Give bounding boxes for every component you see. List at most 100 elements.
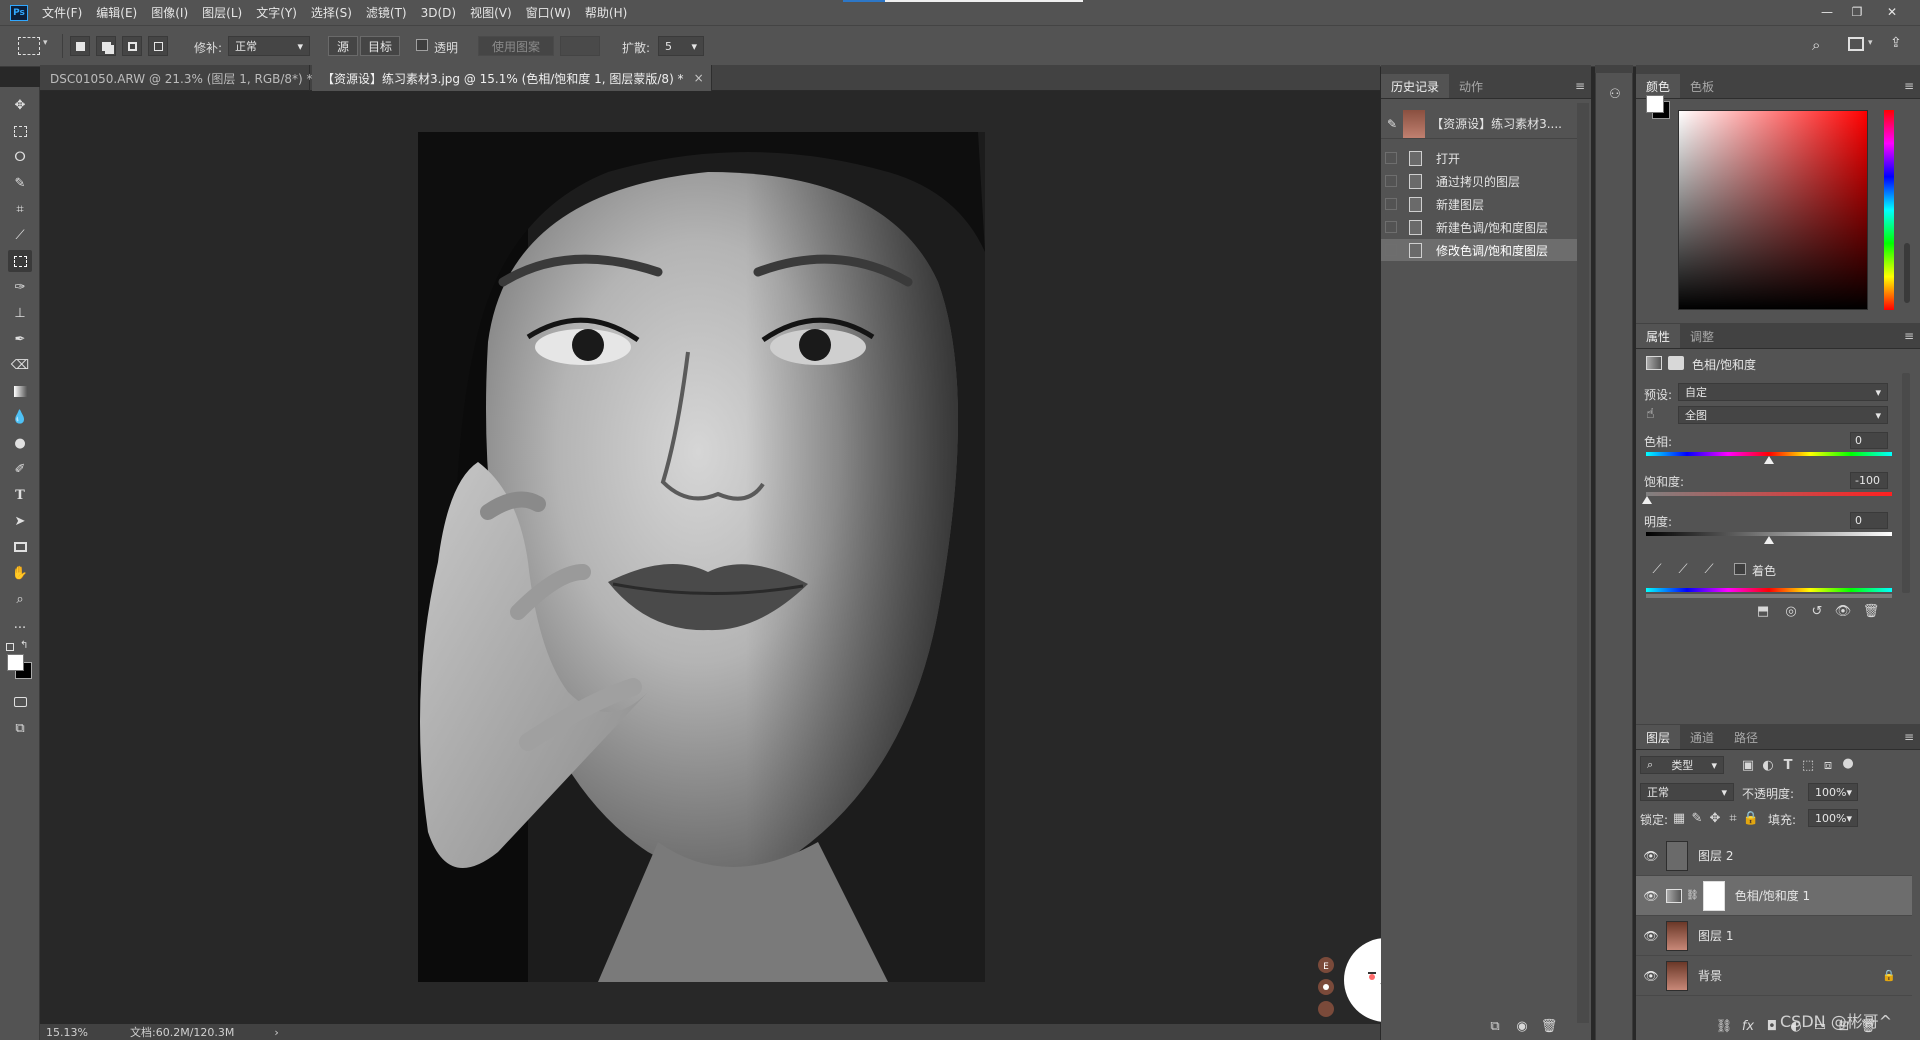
saturation-input[interactable]: -100: [1850, 472, 1888, 489]
history-snapshot[interactable]: ✎ 【资源设】练习素材3....: [1381, 109, 1577, 139]
menu-image[interactable]: 图像(I): [151, 4, 188, 21]
saturation-slider-thumb[interactable]: [1642, 496, 1652, 504]
new-selection-icon[interactable]: [70, 36, 90, 56]
close-window-icon[interactable]: ✕: [1880, 3, 1904, 21]
type-filter-icon[interactable]: T: [1780, 757, 1796, 773]
history-brush-source-icon[interactable]: ✎: [1387, 117, 1397, 131]
history-item-selected[interactable]: 修改色调/饱和度图层: [1381, 239, 1577, 261]
link-layers-icon[interactable]: ⛓: [1716, 1018, 1733, 1034]
smart-object-filter-icon[interactable]: ⧈: [1820, 757, 1836, 773]
marquee-tool-icon[interactable]: [8, 120, 32, 142]
history-item[interactable]: 打开: [1381, 147, 1577, 169]
path-selection-tool-icon[interactable]: ➤: [8, 510, 32, 532]
lasso-tool-icon[interactable]: ⵔ: [8, 146, 32, 168]
hand-tool-icon[interactable]: ✋: [8, 562, 32, 584]
menu-help[interactable]: 帮助(H): [585, 4, 627, 21]
swap-colors-icon[interactable]: ↰: [20, 640, 28, 651]
foreground-color-swatch[interactable]: [1646, 95, 1664, 113]
tab-practice-material[interactable]: 【资源设】练习素材3.jpg @ 15.1% (色相/饱和度 1, 图层蒙版/8…: [312, 65, 712, 91]
target-button[interactable]: 目标: [360, 36, 400, 56]
layer-row-selected[interactable]: 👁 ⛓ 色相/饱和度 1: [1636, 876, 1912, 916]
reset-icon[interactable]: ↺: [1808, 603, 1826, 619]
source-button[interactable]: 源: [328, 36, 358, 56]
lightness-input[interactable]: 0: [1850, 512, 1888, 529]
intersect-selection-icon[interactable]: [148, 36, 168, 56]
visibility-eye-icon[interactable]: 👁: [1636, 929, 1666, 943]
tab-layers[interactable]: 图层: [1636, 725, 1681, 749]
eyedropper-minus-icon[interactable]: ⟋: [1700, 560, 1718, 578]
eyedropper-tool-icon[interactable]: ⟋: [8, 224, 32, 246]
fill-input[interactable]: 100% ▾: [1808, 809, 1858, 827]
move-tool-icon[interactable]: ✥: [8, 94, 32, 116]
rectangle-tool-icon[interactable]: [8, 536, 32, 558]
status-menu-arrow[interactable]: ›: [274, 1026, 278, 1039]
subtract-selection-icon[interactable]: [122, 36, 142, 56]
tab-paths[interactable]: 路径: [1724, 725, 1768, 749]
screen-mode-icon[interactable]: ⧉: [8, 717, 32, 739]
layer-mask-icon[interactable]: [1668, 356, 1684, 370]
tab-history[interactable]: 历史记录: [1381, 74, 1450, 98]
properties-scrollbar[interactable]: [1902, 373, 1910, 593]
minimize-icon[interactable]: —: [1815, 3, 1839, 21]
menu-type[interactable]: 文字(Y): [256, 4, 297, 21]
history-item[interactable]: 新建色调/饱和度图层: [1381, 216, 1577, 238]
visibility-eye-icon[interactable]: 👁: [1636, 849, 1666, 863]
lock-artboard-icon[interactable]: ⌗: [1726, 811, 1740, 826]
menu-select[interactable]: 选择(S): [311, 4, 352, 21]
patch-mode-select[interactable]: 正常 ▾: [228, 36, 310, 56]
lock-transparent-icon[interactable]: ▦: [1672, 811, 1686, 826]
trash-icon[interactable]: 🗑: [1862, 603, 1880, 619]
chevron-down-icon[interactable]: ▾: [43, 38, 48, 48]
layer-row[interactable]: 👁 图层 2: [1636, 836, 1912, 876]
use-pattern-button[interactable]: 使用图案: [478, 36, 554, 56]
chain-link-icon[interactable]: ⛓: [1686, 890, 1699, 901]
menu-edit[interactable]: 编辑(E): [96, 4, 137, 21]
targeted-adjustment-hand-icon[interactable]: ☝: [1646, 406, 1655, 422]
dodge-tool-icon[interactable]: ●: [8, 432, 32, 454]
adjustment-filter-icon[interactable]: ◐: [1760, 757, 1776, 773]
menu-filter[interactable]: 滤镜(T): [366, 4, 407, 21]
colorize-checkbox[interactable]: [1734, 563, 1746, 575]
tab-swatches[interactable]: 色板: [1680, 74, 1724, 98]
pixel-filter-icon[interactable]: ▣: [1740, 757, 1756, 773]
panel-menu-icon[interactable]: ≡: [1575, 79, 1585, 93]
layer-name[interactable]: 图层 1: [1698, 927, 1733, 944]
lock-position-icon[interactable]: ✥: [1708, 811, 1722, 826]
pattern-picker[interactable]: [560, 36, 600, 56]
layer-mask-thumbnail[interactable]: [1702, 880, 1725, 911]
panel-menu-icon[interactable]: ≡: [1904, 79, 1914, 93]
lock-all-icon[interactable]: 🔒: [1743, 811, 1759, 826]
hue-input[interactable]: 0: [1850, 432, 1888, 449]
chevron-down-icon[interactable]: ▾: [1868, 38, 1873, 48]
camera-icon[interactable]: ◉: [1514, 1018, 1530, 1034]
panel-menu-icon[interactable]: ≡: [1904, 730, 1914, 744]
view-previous-state-icon[interactable]: ◎: [1782, 603, 1800, 619]
saturation-slider-track[interactable]: [1646, 492, 1892, 496]
layer-name[interactable]: 图层 2: [1698, 847, 1733, 864]
workspace-icon[interactable]: [1848, 37, 1864, 51]
history-scrollbar[interactable]: [1577, 103, 1589, 1023]
tab-dsc01050[interactable]: DSC01050.ARW @ 21.3% (图层 1, RGB/8*) * ×: [40, 65, 333, 91]
restore-icon[interactable]: ❐: [1845, 3, 1869, 21]
search-icon[interactable]: ⌕: [1812, 36, 1820, 54]
layer-name[interactable]: 背景: [1698, 967, 1722, 984]
history-item[interactable]: 新建图层: [1381, 193, 1577, 215]
share-icon[interactable]: ⇪: [1890, 35, 1902, 51]
transparent-checkbox[interactable]: [416, 39, 428, 51]
quick-mask-icon[interactable]: [8, 691, 32, 713]
visibility-eye-icon[interactable]: 👁: [1636, 889, 1666, 903]
trash-icon[interactable]: 🗑: [1541, 1018, 1558, 1034]
menu-3d[interactable]: 3D(D): [421, 6, 456, 20]
crop-tool-icon[interactable]: ⌗: [8, 198, 32, 220]
add-selection-icon[interactable]: [96, 36, 116, 56]
brush-tool-icon[interactable]: ✑: [8, 276, 32, 298]
color-panel-scrollbar[interactable]: [1904, 243, 1910, 303]
eraser-tool-icon[interactable]: ⌫: [8, 354, 32, 376]
visibility-icon[interactable]: 👁: [1834, 603, 1852, 619]
eyedropper-plus-icon[interactable]: ⟋: [1674, 560, 1692, 578]
diffusion-select[interactable]: 5 ▾: [658, 36, 704, 56]
more-tools-icon[interactable]: ···: [8, 617, 32, 639]
tab-adjustments[interactable]: 调整: [1680, 324, 1724, 348]
quick-selection-tool-icon[interactable]: ✎: [8, 172, 32, 194]
clone-source-icon[interactable]: ⚇: [1604, 83, 1626, 105]
